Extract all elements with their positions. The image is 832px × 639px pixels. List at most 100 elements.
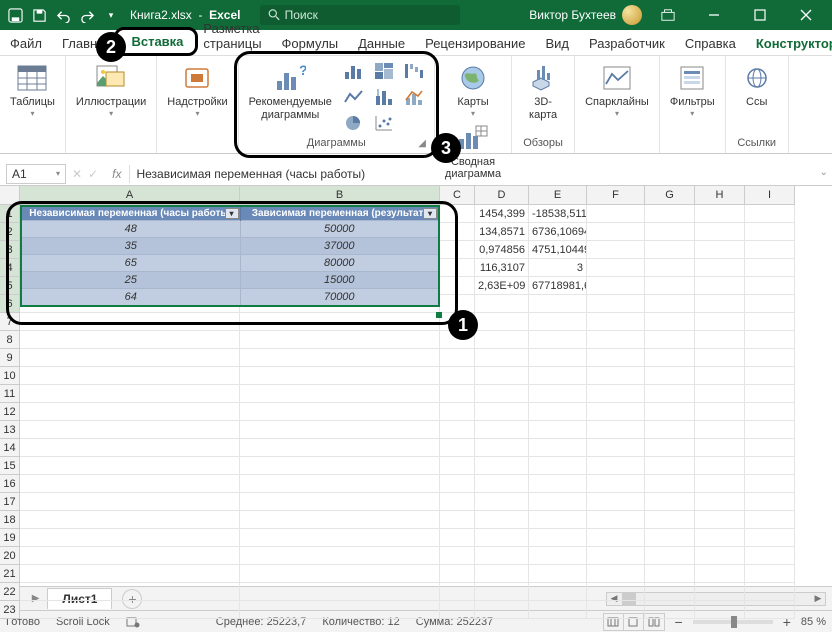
cell[interactable] [745, 475, 795, 493]
ribbon-options-icon[interactable] [648, 0, 688, 30]
cell[interactable] [745, 511, 795, 529]
cell[interactable] [695, 421, 745, 439]
cell[interactable] [240, 367, 440, 385]
cell[interactable] [529, 601, 587, 619]
cell[interactable] [529, 403, 587, 421]
cell[interactable] [695, 493, 745, 511]
cell[interactable]: 116,3107 [475, 259, 529, 277]
cell[interactable] [440, 439, 475, 457]
cell[interactable] [745, 331, 795, 349]
cell[interactable] [475, 493, 529, 511]
cell[interactable] [20, 493, 240, 511]
tab-file[interactable]: Файл [0, 32, 52, 55]
cell[interactable] [587, 493, 645, 511]
save-icon[interactable] [30, 6, 48, 24]
cell[interactable] [695, 583, 745, 601]
charts-dialog-launcher[interactable]: ◢ [418, 138, 428, 151]
search-input[interactable] [285, 8, 453, 22]
cell[interactable] [645, 583, 695, 601]
cell[interactable] [587, 313, 645, 331]
cell[interactable] [645, 475, 695, 493]
cell[interactable] [587, 475, 645, 493]
cell[interactable] [20, 529, 240, 547]
cell[interactable] [587, 331, 645, 349]
cell[interactable] [745, 259, 795, 277]
cell[interactable] [645, 241, 695, 259]
hierarchy-chart-icon[interactable] [370, 60, 398, 82]
cell[interactable] [645, 385, 695, 403]
cell[interactable] [475, 421, 529, 439]
tab-review[interactable]: Рецензирование [415, 32, 535, 55]
cell[interactable] [440, 547, 475, 565]
cell[interactable] [475, 439, 529, 457]
cell[interactable] [695, 331, 745, 349]
cell[interactable] [745, 547, 795, 565]
cell[interactable] [475, 349, 529, 367]
cell[interactable] [695, 349, 745, 367]
cell[interactable] [475, 601, 529, 619]
cell[interactable] [240, 385, 440, 403]
cell[interactable] [695, 241, 745, 259]
row-header[interactable]: 10 [0, 367, 20, 385]
cell[interactable] [475, 367, 529, 385]
cell[interactable]: 0,974856 [475, 241, 529, 259]
cell[interactable] [587, 385, 645, 403]
cell[interactable] [20, 331, 240, 349]
filters-button[interactable]: Фильтры ▾ [666, 60, 719, 120]
autosave-icon[interactable] [6, 6, 24, 24]
cell[interactable] [440, 277, 475, 295]
cell[interactable] [745, 601, 795, 619]
table-row[interactable]: 3537000 [21, 238, 439, 255]
cell[interactable] [440, 493, 475, 511]
cell[interactable] [20, 421, 240, 439]
scatter-chart-icon[interactable] [370, 112, 398, 134]
row-header[interactable]: 7 [0, 313, 20, 331]
row-header[interactable]: 17 [0, 493, 20, 511]
column-header[interactable]: G [645, 186, 695, 205]
cell[interactable] [745, 205, 795, 223]
row-header[interactable]: 11 [0, 385, 20, 403]
cell[interactable] [695, 403, 745, 421]
cell[interactable] [440, 511, 475, 529]
cell[interactable] [240, 529, 440, 547]
cell[interactable] [745, 439, 795, 457]
minimize-button[interactable] [694, 0, 734, 30]
row-header[interactable]: 9 [0, 349, 20, 367]
cell[interactable] [695, 565, 745, 583]
cell[interactable] [440, 367, 475, 385]
row-header[interactable]: 1 [0, 205, 20, 223]
cell[interactable] [587, 547, 645, 565]
row-header[interactable]: 2 [0, 223, 20, 241]
cell[interactable] [695, 547, 745, 565]
cell[interactable] [695, 511, 745, 529]
cell[interactable] [587, 439, 645, 457]
cell[interactable] [587, 457, 645, 475]
zoom-slider[interactable] [693, 620, 773, 624]
tab-help[interactable]: Справка [675, 32, 746, 55]
cell[interactable] [745, 493, 795, 511]
cell[interactable] [587, 529, 645, 547]
cell[interactable] [587, 403, 645, 421]
column-header[interactable]: I [745, 186, 795, 205]
cell[interactable] [240, 547, 440, 565]
cell[interactable] [745, 349, 795, 367]
cell[interactable] [475, 457, 529, 475]
cell[interactable] [645, 277, 695, 295]
cell[interactable] [529, 565, 587, 583]
cell[interactable] [645, 529, 695, 547]
row-header[interactable]: 12 [0, 403, 20, 421]
cell[interactable] [240, 565, 440, 583]
cell[interactable] [20, 349, 240, 367]
tab-data[interactable]: Данные [348, 32, 415, 55]
cell[interactable] [587, 421, 645, 439]
cell[interactable]: 2,63E+09 [475, 277, 529, 295]
cell[interactable]: 134,8571 [475, 223, 529, 241]
filter-dropdown-icon[interactable]: ▾ [225, 208, 239, 219]
cell[interactable] [240, 601, 440, 619]
cell[interactable] [745, 421, 795, 439]
cell[interactable] [240, 403, 440, 421]
row-header[interactable]: 19 [0, 529, 20, 547]
cell[interactable] [587, 295, 645, 313]
cell[interactable] [529, 385, 587, 403]
cell[interactable] [695, 295, 745, 313]
